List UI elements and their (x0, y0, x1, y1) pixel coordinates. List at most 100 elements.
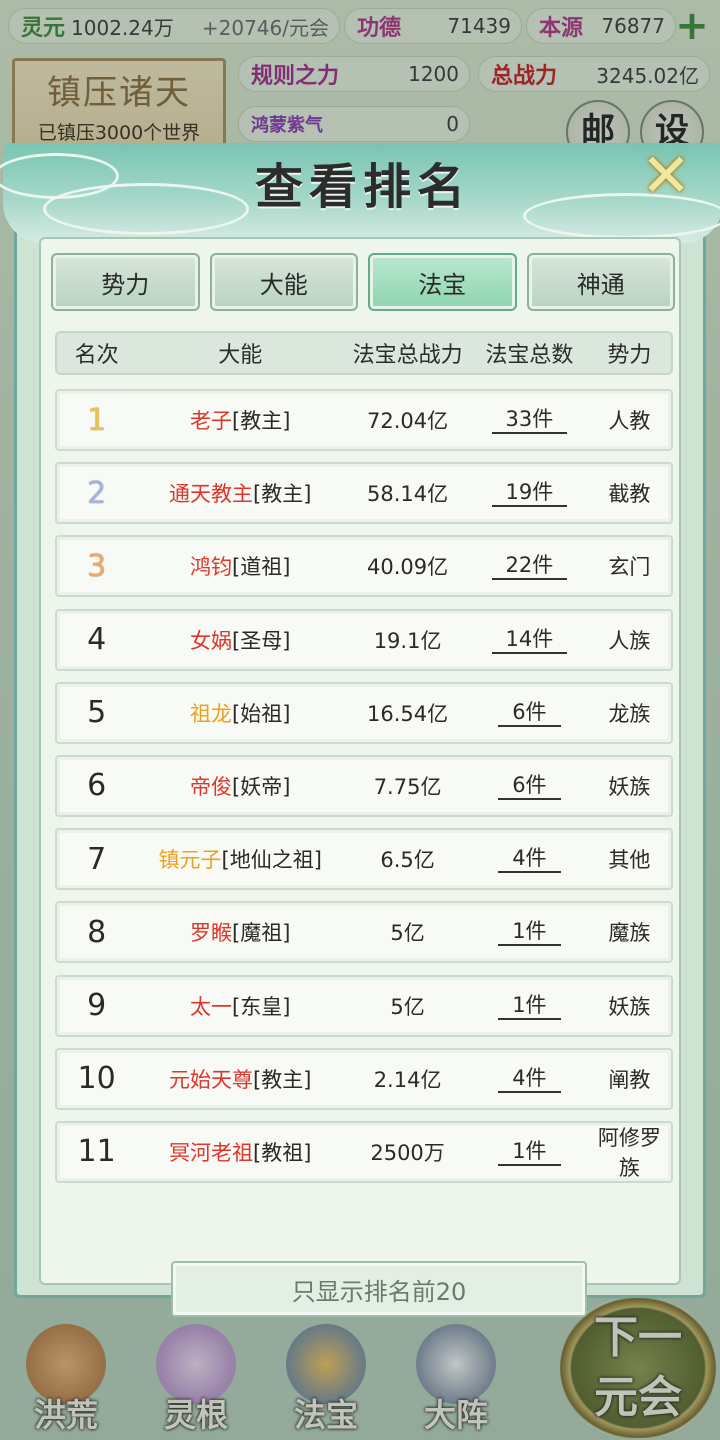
row-rank: 1 (87, 402, 107, 438)
row-count-link[interactable]: 22件 (491, 552, 568, 581)
row-faction: 其他 (608, 848, 651, 873)
row-name-cell[interactable]: 通天教主[教主] (136, 478, 344, 508)
tab-shili[interactable]: 势力 (51, 253, 200, 311)
table-row[interactable]: 9 太一[东皇] 5亿 1件 妖族 (55, 974, 673, 1037)
row-faction: 龙族 (608, 701, 651, 726)
tab-shentong[interactable]: 神通 (526, 253, 675, 311)
row-name: 镇元子 (158, 848, 222, 873)
row-title: [始祖] (232, 701, 291, 726)
ranking-panel: 势力 大能 法宝 神通 名次 大能 法宝总战力 法宝总数 势力 1 老子[教主] 7… (39, 237, 681, 1317)
row-count-cell: 4件 (471, 845, 588, 874)
row-name-cell[interactable]: 鸿钧[道祖] (136, 551, 344, 581)
row-name: 祖龙 (190, 701, 232, 726)
modal-header: 查看排名 (0, 143, 720, 243)
row-power: 40.09亿 (367, 555, 449, 580)
row-title: [教祖] (253, 1140, 312, 1165)
row-rank: 8 (87, 914, 107, 950)
row-count-cell: 1件 (471, 1138, 588, 1166)
row-count-link[interactable]: 1件 (498, 1138, 561, 1166)
row-name-cell[interactable]: 元始天尊[教主] (136, 1064, 344, 1094)
row-rank: 11 (77, 1134, 116, 1170)
close-icon[interactable]: ✕ (636, 146, 696, 206)
row-name-cell[interactable]: 冥河老祖[教祖] (136, 1137, 344, 1167)
row-rank: 2 (87, 475, 107, 511)
row-power: 5亿 (390, 921, 425, 946)
header-faction: 势力 (607, 343, 652, 368)
row-power: 19.1亿 (373, 628, 442, 653)
row-count-link[interactable]: 19件 (491, 479, 568, 508)
row-power: 5亿 (390, 994, 425, 1019)
row-count-cell: 1件 (471, 918, 588, 947)
row-count-link[interactable]: 1件 (498, 992, 561, 1020)
ranking-list[interactable]: 1 老子[教主] 72.04亿 33件 人教 2 通天教主[教主] 58.14亿 19件 截教 3 鸿… (55, 389, 673, 1235)
row-count-cell: 1件 (471, 992, 588, 1020)
row-count-link[interactable]: 33件 (491, 406, 568, 434)
table-row[interactable]: 8 罗睺[魔祖] 5亿 1件 魔族 (55, 901, 673, 964)
header-power: 法宝总战力 (352, 343, 463, 368)
row-rank: 6 (87, 768, 107, 804)
row-name-cell[interactable]: 镇元子[地仙之祖] (136, 844, 344, 874)
ranking-modal: 查看排名 势力 大能 法宝 神通 名次 大能 法宝总战力 法宝总数 势力 1 老子… (0, 143, 720, 1317)
row-faction: 人族 (608, 628, 651, 653)
row-name-cell[interactable]: 帝俊[妖帝] (136, 771, 344, 801)
row-rank: 5 (87, 695, 107, 731)
tab-daneng[interactable]: 大能 (209, 253, 358, 311)
row-count-link[interactable]: 6件 (498, 699, 561, 727)
row-title: [教主] (253, 1067, 312, 1092)
ranking-tabs: 势力 大能 法宝 神通 (51, 253, 675, 313)
row-power: 2.14亿 (373, 1067, 442, 1092)
row-rank: 9 (87, 988, 107, 1023)
row-count-cell: 6件 (471, 772, 588, 800)
table-header: 名次 大能 法宝总战力 法宝总数 势力 (55, 331, 673, 375)
table-row[interactable]: 2 通天教主[教主] 58.14亿 19件 截教 (55, 462, 673, 525)
row-count-cell: 33件 (471, 406, 588, 434)
row-faction: 妖族 (608, 774, 651, 799)
row-name-cell[interactable]: 太一[东皇] (136, 991, 344, 1021)
table-row[interactable]: 3 鸿钧[道祖] 40.09亿 22件 玄门 (55, 535, 673, 598)
row-count-link[interactable]: 6件 (498, 772, 561, 800)
header-name: 大能 (218, 343, 263, 368)
row-count-link[interactable]: 4件 (498, 845, 561, 874)
row-count-link[interactable]: 14件 (491, 626, 568, 654)
row-power: 2500万 (370, 1140, 445, 1165)
show-top20-button[interactable]: 只显示排名前20 (171, 1261, 587, 1317)
row-faction: 阐教 (608, 1067, 651, 1092)
row-power: 72.04亿 (367, 409, 449, 433)
row-name-cell[interactable]: 罗睺[魔祖] (136, 917, 344, 947)
row-rank: 10 (77, 1061, 116, 1097)
table-row[interactable]: 1 老子[教主] 72.04亿 33件 人教 (55, 389, 673, 451)
row-name: 女娲 (190, 628, 232, 653)
row-name: 冥河老祖 (169, 1140, 253, 1165)
row-power: 16.54亿 (367, 701, 449, 726)
table-row[interactable]: 5 祖龙[始祖] 16.54亿 6件 龙族 (55, 681, 673, 744)
row-faction: 阿修罗族 (597, 1125, 661, 1180)
row-name-cell[interactable]: 老子[教主] (136, 405, 344, 435)
table-row[interactable]: 6 帝俊[妖帝] 7.75亿 6件 妖族 (55, 754, 673, 817)
row-title: [东皇] (232, 994, 291, 1019)
row-name-cell[interactable]: 女娲[圣母] (136, 625, 344, 655)
row-count-link[interactable]: 4件 (498, 1065, 561, 1093)
row-count-cell: 19件 (471, 479, 588, 508)
row-count-cell: 22件 (471, 552, 588, 581)
header-rank: 名次 (74, 343, 119, 368)
row-faction: 截教 (608, 482, 651, 507)
table-row[interactable]: 10 元始天尊[教主] 2.14亿 4件 阐教 (55, 1047, 673, 1110)
row-count-link[interactable]: 1件 (498, 918, 561, 947)
row-faction: 魔族 (608, 921, 651, 946)
table-row[interactable]: 7 镇元子[地仙之祖] 6.5亿 4件 其他 (55, 828, 673, 891)
row-faction: 人教 (608, 409, 651, 433)
row-name: 元始天尊 (169, 1067, 253, 1092)
row-name-cell[interactable]: 祖龙[始祖] (136, 698, 344, 728)
row-title: [妖帝] (232, 774, 291, 799)
row-title: [道祖] (232, 555, 291, 580)
row-faction: 玄门 (608, 555, 651, 580)
row-power: 7.75亿 (373, 774, 442, 799)
table-row[interactable]: 11 冥河老祖[教祖] 2500万 1件 阿修罗族 (55, 1120, 673, 1183)
tab-fabao[interactable]: 法宝 (368, 253, 517, 311)
row-faction: 妖族 (608, 994, 651, 1019)
row-count-cell: 4件 (471, 1065, 588, 1093)
row-title: [教主] (232, 409, 291, 433)
row-name: 太一 (190, 994, 232, 1019)
table-row[interactable]: 4 女娲[圣母] 19.1亿 14件 人族 (55, 608, 673, 671)
row-name: 罗睺 (190, 921, 232, 946)
